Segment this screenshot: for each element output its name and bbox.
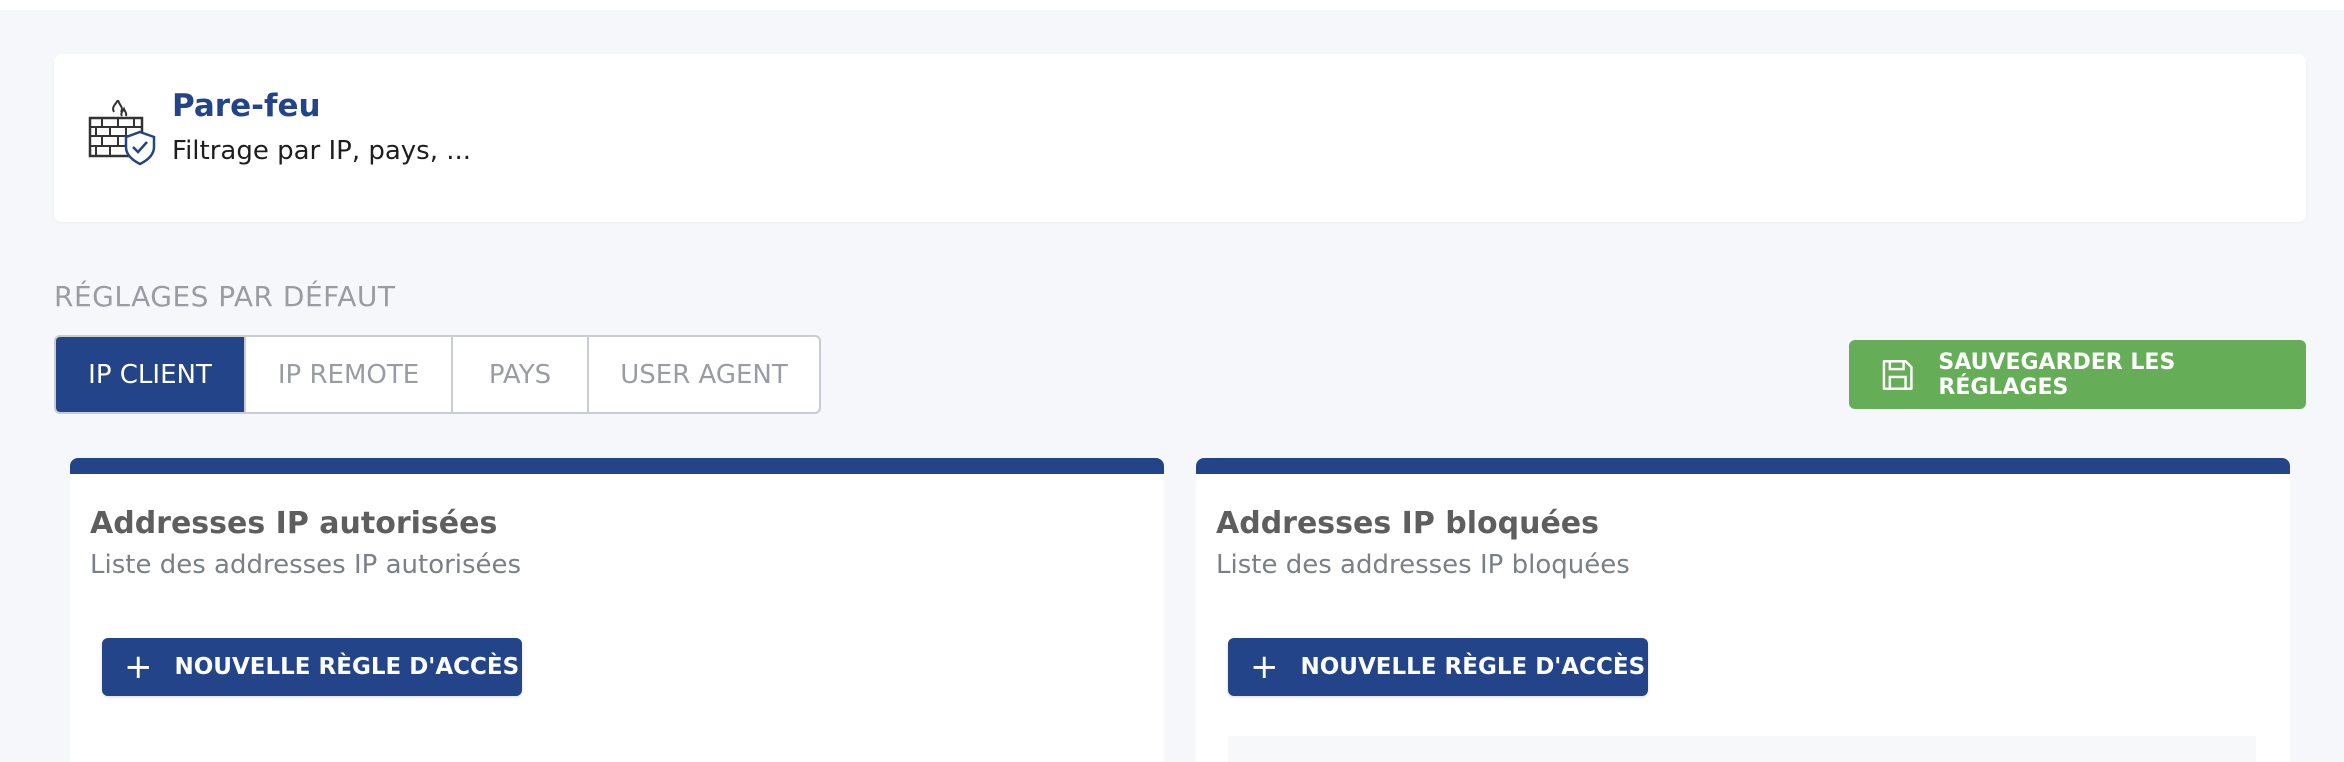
allowed-ip-panel: Addresses IP autorisées Liste des addres…	[70, 458, 1164, 762]
default-settings-label: RÉGLAGES PAR DÉFAUT	[54, 280, 396, 313]
blocked-ip-title: Addresses IP bloquées	[1216, 506, 1600, 541]
firewall-icon	[88, 100, 156, 166]
save-settings-button[interactable]: SAUVEGARDER LES RÉGLAGES	[1849, 340, 2306, 409]
blocked-ip-panel: Addresses IP bloquées Liste des addresse…	[1196, 458, 2290, 762]
tab-ip-client[interactable]: IP CLIENT	[56, 337, 244, 412]
tab-pays[interactable]: PAYS	[451, 337, 587, 412]
page-title: Pare-feu	[172, 88, 321, 124]
tab-user-agent[interactable]: USER AGENT	[587, 337, 819, 412]
allowed-ip-subtitle: Liste des addresses IP autorisées	[90, 550, 522, 580]
page-subtitle: Filtrage par IP, pays, ...	[172, 136, 472, 166]
panel-accent-bar	[70, 458, 1164, 474]
new-blocked-rule-button[interactable]: + NOUVELLE RÈGLE D'ACCÈS	[1228, 638, 1648, 696]
save-icon	[1882, 359, 1913, 390]
settings-tabs: IP CLIENT IP REMOTE PAYS USER AGENT	[54, 335, 821, 414]
tab-ip-remote[interactable]: IP REMOTE	[244, 337, 451, 412]
save-button-label: SAUVEGARDER LES RÉGLAGES	[1938, 349, 2176, 400]
top-strip	[0, 0, 2344, 10]
plus-icon: +	[124, 647, 153, 687]
plus-icon: +	[1250, 647, 1279, 687]
new-rule-label: NOUVELLE RÈGLE D'ACCÈS	[1300, 654, 1646, 680]
allowed-ip-title: Addresses IP autorisées	[90, 506, 498, 541]
new-rule-label: NOUVELLE RÈGLE D'ACCÈS	[174, 654, 520, 680]
blocked-ip-subtitle: Liste des addresses IP bloquées	[1216, 550, 1630, 580]
new-allowed-rule-button[interactable]: + NOUVELLE RÈGLE D'ACCÈS	[102, 638, 522, 696]
blocked-ip-list	[1228, 736, 2256, 762]
panel-accent-bar	[1196, 458, 2290, 474]
firewall-header-card: Pare-feu Filtrage par IP, pays, ...	[54, 54, 2306, 222]
